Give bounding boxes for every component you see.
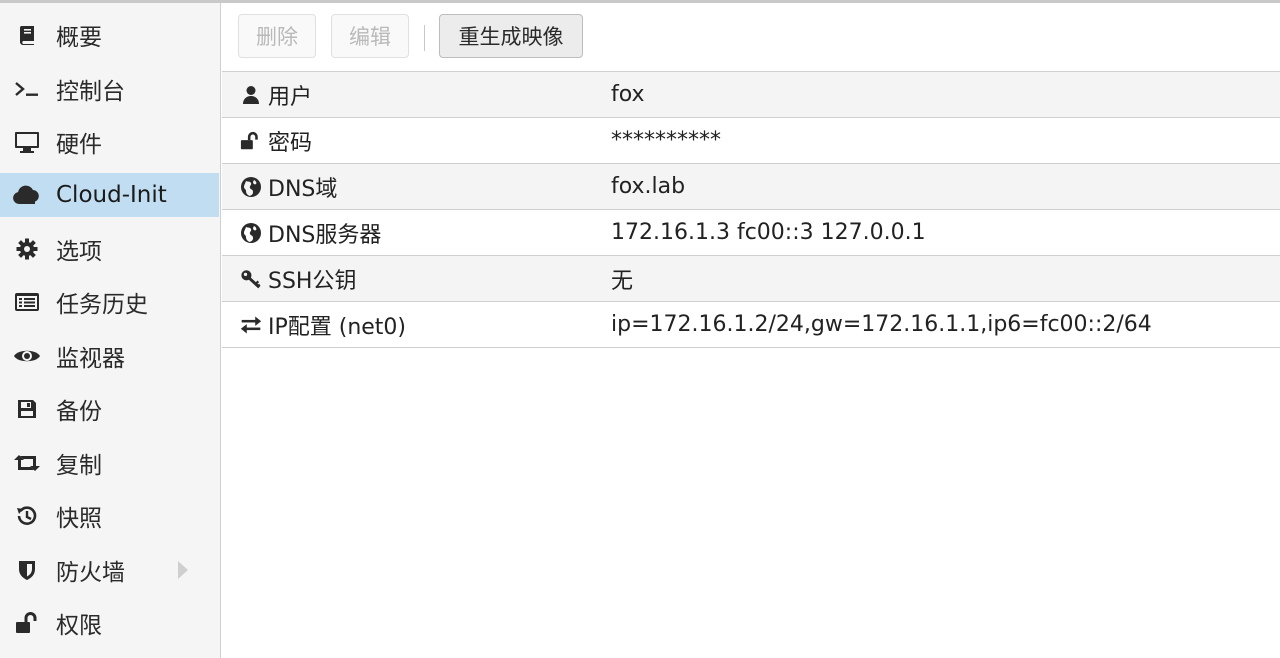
shield-icon: [12, 557, 42, 583]
sidebar-item-firewall[interactable]: 防火墙: [0, 548, 219, 592]
sidebar-item-label: 复制: [56, 453, 102, 479]
sidebar-item-label: 防火墙: [56, 560, 125, 586]
table-row[interactable]: SSH公钥 无: [222, 256, 1280, 302]
sidebar-item-label: 备份: [56, 399, 102, 425]
toolbar: 删除 编辑 重生成映像: [222, 3, 1280, 72]
sidebar-item-label: 硬件: [56, 132, 102, 158]
gear-icon: [12, 236, 42, 262]
sidebar-item-backup[interactable]: 备份: [0, 387, 219, 431]
row-key: 密码: [268, 130, 313, 156]
table-row[interactable]: 用户 fox: [222, 72, 1280, 118]
row-value: **********: [611, 128, 721, 153]
unlock-icon: [12, 610, 42, 636]
history-icon: [12, 503, 42, 529]
regenerate-image-button[interactable]: 重生成映像: [439, 14, 583, 58]
row-key: DNS域: [268, 176, 338, 202]
row-value: ip=172.16.1.2/24,gw=172.16.1.1,ip6=fc00:…: [611, 312, 1152, 337]
list-icon: [12, 289, 42, 315]
sidebar-item-label: 监视器: [56, 346, 125, 372]
cloud-init-grid: 用户 fox 密码 ********** DNS域 fox.lab DNS服务器…: [222, 72, 1280, 348]
row-value: fox: [611, 82, 645, 107]
table-row[interactable]: 密码 **********: [222, 118, 1280, 164]
globe-icon: [240, 176, 262, 198]
row-key: DNS服务器: [268, 222, 382, 248]
expand-arrow-icon[interactable]: [178, 561, 188, 579]
globe-icon: [240, 222, 262, 244]
sidebar-item-label: 概要: [56, 25, 102, 51]
sidebar-item-permissions[interactable]: 权限: [0, 601, 219, 645]
row-key: SSH公钥: [268, 268, 357, 294]
floppy-icon: [12, 396, 42, 422]
monitor-icon: [12, 129, 42, 155]
unlock-icon: [240, 130, 262, 152]
sidebar-item-hardware[interactable]: 硬件: [0, 120, 219, 164]
key-icon: [240, 268, 262, 290]
row-value: 172.16.1.3 fc00::3 127.0.0.1: [611, 220, 926, 245]
sidebar-item-cloud-init[interactable]: Cloud-Init: [0, 173, 219, 217]
sidebar-item-label: 选项: [56, 239, 102, 265]
toolbar-separator: [424, 25, 425, 51]
sidebar-item-options[interactable]: 选项: [0, 227, 219, 271]
sidebar-item-label: 快照: [56, 506, 102, 532]
user-icon: [240, 84, 262, 106]
sidebar-item-console[interactable]: 控制台: [0, 67, 219, 111]
sidebar-item-label: 任务历史: [56, 292, 148, 318]
row-value: 无: [611, 268, 634, 294]
table-row[interactable]: IP配置 (net0) ip=172.16.1.2/24,gw=172.16.1…: [222, 302, 1280, 348]
table-row[interactable]: DNS服务器 172.16.1.3 fc00::3 127.0.0.1: [222, 210, 1280, 256]
sidebar-item-monitor[interactable]: 监视器: [0, 334, 219, 378]
sidebar: 概要 控制台 硬件 Cloud-Init 选项 任务历史 监视器 备份 复制 快…: [0, 3, 221, 658]
terminal-icon: [12, 76, 42, 102]
retweet-icon: [12, 450, 42, 476]
sidebar-item-label: 权限: [56, 613, 102, 639]
eye-icon: [12, 343, 42, 369]
exchange-icon: [240, 314, 262, 336]
sidebar-item-summary[interactable]: 概要: [0, 13, 219, 57]
sidebar-item-snapshots[interactable]: 快照: [0, 494, 219, 538]
table-row[interactable]: DNS域 fox.lab: [222, 164, 1280, 210]
book-icon: [12, 22, 42, 48]
row-key: 用户: [268, 84, 313, 110]
sidebar-item-label: 控制台: [56, 79, 125, 105]
sidebar-item-replication[interactable]: 复制: [0, 441, 219, 485]
sidebar-item-label: Cloud-Init: [56, 182, 167, 208]
row-value: fox.lab: [611, 174, 686, 199]
row-key: IP配置 (net0): [268, 314, 407, 340]
delete-button[interactable]: 删除: [238, 14, 316, 58]
edit-button[interactable]: 编辑: [331, 14, 409, 58]
sidebar-item-task-history[interactable]: 任务历史: [0, 280, 219, 324]
cloud-icon: [12, 182, 42, 208]
